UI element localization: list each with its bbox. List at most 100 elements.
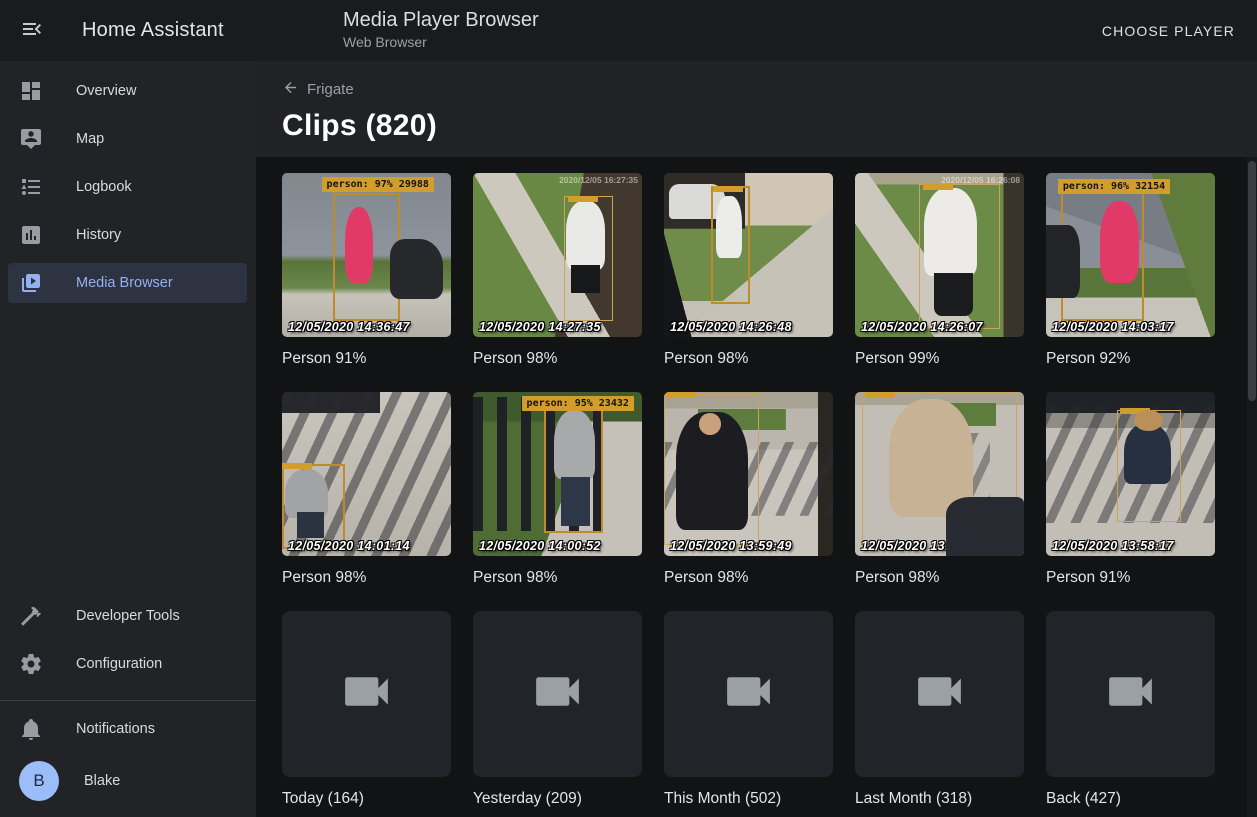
folder-card[interactable]: Last Month (318) [855,611,1024,808]
dashboard-icon [19,79,43,103]
video-camera-icon [1102,663,1159,725]
top-app-bar: Home Assistant Media Player Browser Web … [0,0,1257,61]
detection-bounding-box [544,407,603,533]
detection-bounding-box [862,392,1017,549]
clip-card[interactable]: 12/05/2020 14:26:48 Person 98% [664,173,833,368]
sidebar-item-label: History [76,227,121,243]
detection-label: person: 97% 29988 [322,177,434,192]
detection-bounding-box [711,186,750,304]
logbook-icon [19,175,43,199]
clip-card[interactable]: 12/05/2020 14:01:14 Person 98% [282,392,451,587]
camera-osd-timestamp: 2020/12/05 16:27:35 [559,175,638,185]
detection-label [865,392,895,398]
choose-player-button[interactable]: CHOOSE PLAYER [1102,23,1235,39]
media-browser-icon [19,271,43,295]
sidebar-item-configuration[interactable]: Configuration [8,644,247,684]
folder-caption: Back (427) [1046,790,1215,808]
timestamp-overlay: 12/05/2020 13:59:49 [670,539,792,553]
clip-caption: Person 98% [855,569,1024,587]
sidebar-item-developer-tools[interactable]: Developer Tools [8,596,247,636]
clip-thumbnail: 2020/12/05 16:26:08 12/05/2020 14:26:07 [855,173,1024,337]
sidebar-spacer [0,311,256,596]
camera-osd-timestamp: 2020/12/05 16:26:08 [941,175,1020,185]
video-camera-icon [720,663,777,725]
map-icon [19,127,43,151]
clip-card[interactable]: person: 95% 23432 12/05/2020 14:00:52 Pe… [473,392,642,587]
clip-caption: Person 98% [664,569,833,587]
detection-label [568,196,598,202]
detection-bounding-box [664,394,759,545]
folder-thumbnail [1046,611,1215,777]
breadcrumb-back-frigate[interactable]: Frigate [282,75,354,104]
clip-thumbnail: person: 96% 32154 12/05/2020 14:03:17 [1046,173,1215,337]
timestamp-overlay: 12/05/2020 14:36:47 [288,320,410,334]
content-header: Frigate Clips (820) [256,61,1257,157]
detection-bounding-box [1117,410,1181,522]
user-avatar: B [19,761,59,801]
folder-card[interactable]: This Month (502) [664,611,833,808]
detection-label [282,463,312,469]
folder-caption: Last Month (318) [855,790,1024,808]
timestamp-overlay: 12/05/2020 14:26:07 [861,320,983,334]
clip-thumbnail: person: 97% 29988 12/05/2020 14:36:47 [282,173,451,337]
folder-caption: This Month (502) [664,790,833,808]
scrollbar-thumb[interactable] [1248,161,1256,401]
media-browser-header: Media Player Browser Web Browser [343,8,539,51]
timestamp-overlay: 12/05/2020 14:00:52 [479,539,601,553]
main-content: Frigate Clips (820) person: 97% 29988 12… [256,61,1257,817]
history-icon [19,223,43,247]
timestamp-overlay: 12/05/2020 14:01:14 [288,539,410,553]
sidebar-item-label: Map [76,131,104,147]
clip-card[interactable]: 2020/12/05 16:26:08 12/05/2020 14:26:07 … [855,173,1024,368]
sidebar: Overview Map Logbook History Media Brows… [0,61,256,817]
detection-bounding-box [564,196,613,321]
clip-caption: Person 98% [473,569,642,587]
clip-thumbnail: 12/05/2020 14:01:14 [282,392,451,556]
sidebar-item-media-browser[interactable]: Media Browser [8,263,247,303]
sidebar-toggle-button[interactable] [8,7,56,55]
menu-open-icon [20,17,44,44]
detection-label [1120,408,1150,414]
folder-card[interactable]: Today (164) [282,611,451,808]
bell-icon [19,717,43,741]
clip-card[interactable]: 12/05/2020 13:59:49 Person 98% [664,392,833,587]
developer-tools-icon [19,604,43,628]
sidebar-item-history[interactable]: History [8,215,247,255]
app-title: Home Assistant [82,19,224,42]
timestamp-overlay: 12/05/2020 13:58:30 [861,539,983,553]
clip-card[interactable]: 12/05/2020 13:58:30 Person 98% [855,392,1024,587]
detection-label: person: 96% 32154 [1058,179,1170,194]
sidebar-item-label: Logbook [76,179,132,195]
clip-caption: Person 92% [1046,350,1215,368]
sidebar-item-logbook[interactable]: Logbook [8,167,247,207]
sidebar-item-label: Configuration [76,656,162,672]
sidebar-item-map[interactable]: Map [8,119,247,159]
folder-card[interactable]: Back (427) [1046,611,1215,808]
detection-bounding-box [919,184,1000,328]
sidebar-item-label: Media Browser [76,275,173,291]
clip-card[interactable]: 12/05/2020 13:58:17 Person 91% [1046,392,1215,587]
home-assistant-app: Home Assistant Media Player Browser Web … [0,0,1257,817]
timestamp-overlay: 12/05/2020 14:03:17 [1052,320,1174,334]
video-camera-icon [338,663,395,725]
page-header-subtitle: Web Browser [343,33,539,51]
video-camera-icon [529,663,586,725]
clip-thumbnail: 12/05/2020 13:58:30 [855,392,1024,556]
clip-thumbnail: person: 95% 23432 12/05/2020 14:00:52 [473,392,642,556]
clip-card[interactable]: person: 96% 32154 12/05/2020 14:03:17 Pe… [1046,173,1215,368]
clip-card[interactable]: person: 97% 29988 12/05/2020 14:36:47 Pe… [282,173,451,368]
user-name-label: Blake [84,773,120,789]
folder-card[interactable]: Yesterday (209) [473,611,642,808]
page-header-title: Media Player Browser [343,8,539,33]
detection-bounding-box [333,193,401,321]
clip-card[interactable]: 2020/12/05 16:27:35 12/05/2020 14:27:35 … [473,173,642,368]
clip-caption: Person 98% [473,350,642,368]
detection-label [713,186,743,192]
sidebar-item-user-profile[interactable]: B Blake [8,757,247,805]
video-camera-icon [911,663,968,725]
sidebar-item-overview[interactable]: Overview [8,71,247,111]
sidebar-item-notifications[interactable]: Notifications [8,709,247,749]
folder-thumbnail [282,611,451,777]
detection-label [923,184,953,190]
scrollbar[interactable] [1247,157,1257,817]
